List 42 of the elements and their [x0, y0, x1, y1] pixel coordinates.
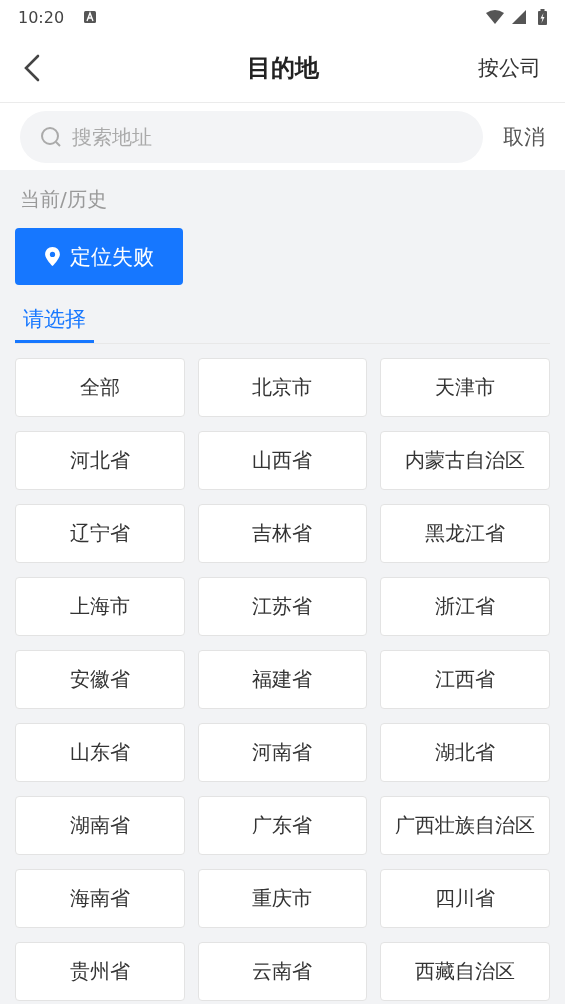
region-option[interactable]: 全部 — [15, 358, 185, 417]
region-option[interactable]: 天津市 — [380, 358, 550, 417]
region-option[interactable]: 吉林省 — [197, 504, 368, 563]
company-button[interactable]: 按公司 — [478, 54, 541, 82]
region-option[interactable]: 北京市 — [197, 358, 368, 417]
region-tab[interactable]: 请选择 — [15, 301, 94, 343]
region-option[interactable]: 山东省 — [15, 723, 185, 782]
region-option[interactable]: 安徽省 — [15, 650, 185, 709]
region-option[interactable]: 浙江省 — [380, 577, 550, 636]
location-button[interactable]: 定位失败 — [15, 228, 183, 285]
region-option[interactable]: 广东省 — [197, 796, 368, 855]
status-time: 10:20 — [18, 7, 65, 27]
region-option[interactable]: 河南省 — [197, 723, 368, 782]
battery-icon — [538, 9, 547, 25]
region-option[interactable]: 广西壮族自治区 — [380, 796, 550, 855]
region-option[interactable]: 西藏自治区 — [380, 942, 550, 1001]
search-field[interactable]: 搜索地址 — [20, 110, 483, 163]
region-option[interactable]: 湖北省 — [380, 723, 550, 782]
region-option[interactable]: 贵州省 — [15, 942, 185, 1001]
location-pin-icon — [44, 247, 60, 266]
page-title: 目的地 — [246, 53, 319, 84]
region-option[interactable]: 四川省 — [380, 869, 550, 928]
signal-icon — [512, 10, 526, 24]
region-option[interactable]: 上海市 — [15, 577, 185, 636]
region-option[interactable]: 云南省 — [197, 942, 368, 1001]
region-option[interactable]: 福建省 — [197, 650, 368, 709]
region-option[interactable]: 湖南省 — [15, 796, 185, 855]
keyboard-icon — [84, 11, 97, 23]
region-option[interactable]: 黑龙江省 — [380, 504, 550, 563]
region-option[interactable]: 内蒙古自治区 — [380, 431, 550, 490]
region-option[interactable]: 河北省 — [15, 431, 185, 490]
region-option[interactable]: 海南省 — [15, 869, 185, 928]
region-option[interactable]: 山西省 — [197, 431, 368, 490]
region-option[interactable]: 江西省 — [380, 650, 550, 709]
region-option[interactable]: 辽宁省 — [15, 504, 185, 563]
back-icon[interactable] — [24, 54, 40, 82]
region-option[interactable]: 江苏省 — [197, 577, 368, 636]
region-option[interactable]: 重庆市 — [197, 869, 368, 928]
search-icon — [40, 125, 62, 148]
wifi-icon — [486, 10, 504, 24]
cancel-button[interactable]: 取消 — [503, 122, 545, 151]
section-label: 当前/历史 — [19, 186, 108, 213]
